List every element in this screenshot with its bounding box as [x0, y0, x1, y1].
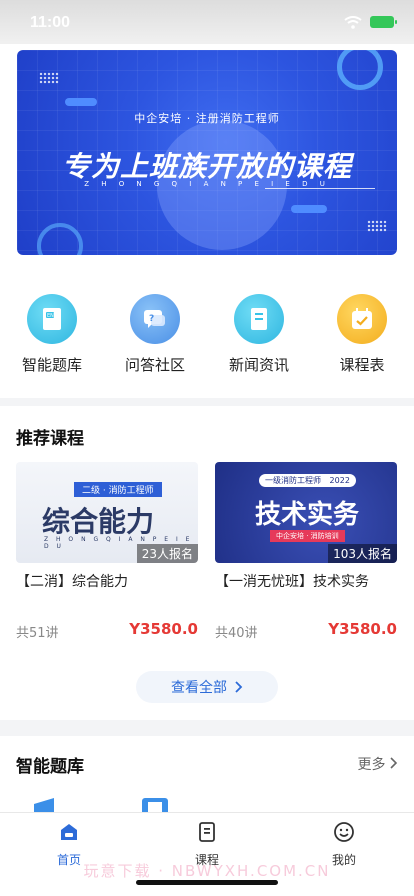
quick-link-question-bank[interactable]: EN 智能题库 — [12, 294, 92, 375]
banner-subtitle: 中企安培 · 注册消防工程师 — [134, 112, 280, 125]
quick-links: EN 智能题库 ? 问答社区 新闻资讯 课程表 — [0, 270, 414, 398]
chevron-right-icon — [390, 757, 398, 769]
course-title: 【二消】综合能力 — [16, 574, 128, 590]
course-title: 【一消无忧班】技术实务 — [215, 574, 369, 590]
cover-title: 综合能力 — [42, 505, 155, 538]
svg-text:EN: EN — [47, 313, 54, 319]
cover-title: 技术实务 — [255, 500, 360, 530]
banner-dots — [367, 220, 387, 232]
chat-question-icon: ? — [130, 294, 180, 344]
quick-link-label: 问答社区 — [124, 356, 185, 374]
course-price: Y3580.0 — [129, 620, 198, 638]
enrolled-badge: 103人报名 — [328, 544, 397, 563]
banner-title: 专为上班族开放的课程 — [61, 150, 352, 183]
quick-link-label: 课程表 — [339, 356, 385, 374]
quick-link-news[interactable]: 新闻资讯 — [219, 294, 299, 375]
cover-year: 2022 — [329, 476, 350, 485]
more-label: 更多 — [357, 757, 386, 773]
status-time: 11:00 — [30, 14, 71, 31]
question-bank-item-icon — [142, 798, 168, 812]
cover-tag: 一级消防工程师 — [265, 476, 321, 485]
section-title: 智能题库 — [16, 757, 84, 777]
lesson-count: 共40讲 — [215, 626, 258, 641]
svg-text:?: ? — [149, 314, 154, 324]
section-title: 推荐课程 — [16, 429, 84, 449]
banner-underline — [265, 188, 375, 189]
question-bank-item-icon — [34, 798, 54, 812]
home-icon — [61, 824, 77, 840]
more-link[interactable]: 更多 — [358, 754, 398, 774]
view-all-button[interactable]: 查看全部 — [136, 671, 278, 703]
profile-icon — [334, 822, 354, 842]
recommended-courses: 推荐课程 二级 · 消防工程师 综合能力 Z H O N G Q I A N P… — [0, 406, 414, 720]
course-card[interactable]: 一级消防工程师 2022 技术实务 中企安培 · 消防培训 103人报名 【一消… — [215, 462, 397, 641]
course-cover: 二级 · 消防工程师 综合能力 Z H O N G Q I A N P E I … — [16, 462, 198, 563]
cover-tag: 二级 · 消防工程师 — [74, 482, 162, 497]
course-cover: 一级消防工程师 2022 技术实务 中企安培 · 消防培训 103人报名 — [215, 462, 397, 563]
quick-link-qa-community[interactable]: ? 问答社区 — [115, 294, 195, 375]
question-bank-section: 智能题库 更多 — [0, 736, 414, 812]
book-icon: EN — [27, 294, 77, 344]
banner-pinyin: Z H O N G Q I A N P E I E D U — [84, 180, 330, 188]
course-card[interactable]: 二级 · 消防工程师 综合能力 Z H O N G Q I A N P E I … — [16, 462, 198, 641]
chevron-right-icon — [235, 681, 243, 693]
status-bar: 11:00 — [0, 0, 414, 44]
banner-dots — [39, 72, 59, 84]
home-page: 中企安培 · 注册消防工程师 专为上班族开放的课程 Z H O N G Q I … — [0, 0, 414, 812]
quick-link-label: 智能题库 — [21, 356, 82, 374]
view-all-label: 查看全部 — [171, 680, 227, 696]
home-indicator — [136, 880, 278, 885]
banner-pill — [65, 98, 97, 106]
enrolled-badge: 23人报名 — [136, 544, 198, 563]
course-icon — [199, 822, 215, 842]
wifi-icon — [344, 16, 362, 29]
calendar-icon — [337, 294, 387, 344]
promo-banner[interactable]: 中企安培 · 注册消防工程师 专为上班族开放的课程 Z H O N G Q I … — [17, 50, 397, 255]
news-icon — [234, 294, 284, 344]
banner-pill — [291, 205, 327, 213]
watermark: 玩意下载 · NBWYXH.COM.CN — [83, 862, 331, 880]
battery-icon — [370, 16, 397, 28]
lesson-count: 共51讲 — [16, 626, 59, 641]
quick-link-label: 新闻资讯 — [228, 356, 289, 374]
cover-sub: 中企安培 · 消防培训 — [270, 530, 345, 542]
course-price: Y3580.0 — [328, 620, 397, 638]
quick-link-schedule[interactable]: 课程表 — [322, 294, 402, 375]
